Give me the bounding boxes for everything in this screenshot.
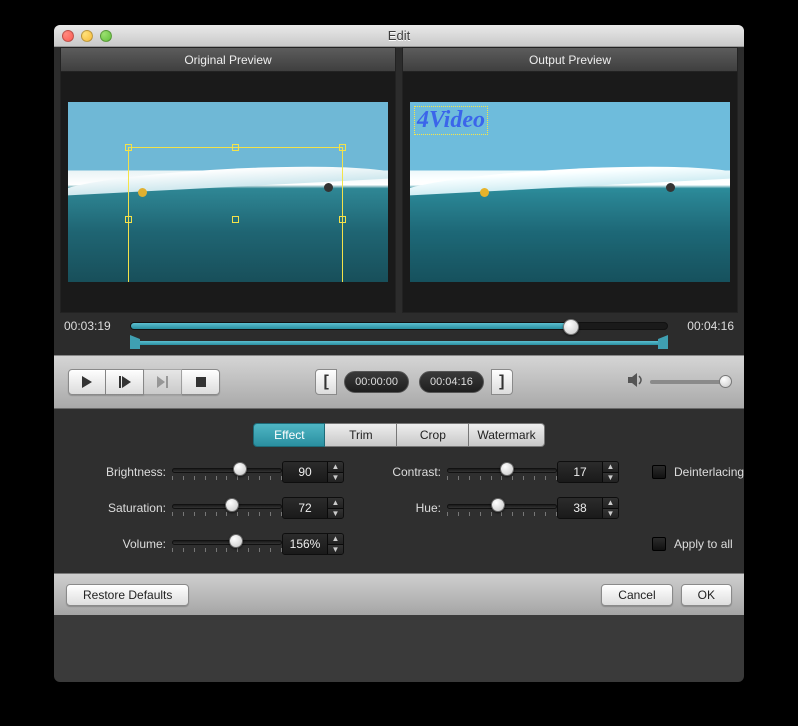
timeline-playhead[interactable]	[563, 319, 579, 335]
effects-panel: Effect Trim Crop Watermark Brightness: 9…	[54, 409, 744, 573]
contrast-down[interactable]: ▼	[603, 473, 618, 483]
ok-button[interactable]: OK	[681, 584, 732, 606]
brightness-label: Brightness:	[72, 465, 172, 479]
original-preview-video	[68, 102, 388, 282]
watermark-text: 4Video	[417, 107, 485, 133]
saturation-stepper[interactable]: 72 ▲▼	[282, 497, 344, 519]
saturation-slider[interactable]	[172, 499, 282, 517]
stop-icon	[196, 377, 206, 387]
tab-effect[interactable]: Effect	[253, 423, 325, 447]
window-controls	[62, 30, 112, 42]
trim-range	[64, 335, 734, 351]
output-preview-frame: 4Video	[402, 71, 738, 313]
timeline-progress-fill	[131, 323, 571, 329]
set-out-point-button[interactable]: ]	[491, 369, 513, 395]
saturation-label: Saturation:	[72, 501, 172, 515]
play-button[interactable]	[68, 369, 106, 395]
volume-knob[interactable]	[719, 375, 732, 388]
effect-volume-value: 156%	[283, 534, 327, 554]
output-preview-video: 4Video	[410, 102, 730, 282]
hue-slider[interactable]	[447, 499, 557, 517]
footer: Restore Defaults Cancel OK	[54, 573, 744, 615]
apply-to-all-checkbox[interactable]	[652, 537, 666, 551]
crop-handle-center[interactable]	[232, 216, 239, 223]
hue-value: 38	[558, 498, 602, 518]
volume-down[interactable]: ▼	[328, 545, 343, 555]
set-in-point-button[interactable]: [	[315, 369, 337, 395]
out-point-time[interactable]: 00:04:16	[419, 371, 484, 393]
brightness-slider[interactable]	[172, 463, 282, 481]
tab-watermark[interactable]: Watermark	[469, 423, 544, 447]
contrast-slider[interactable]	[447, 463, 557, 481]
hue-label: Hue:	[357, 501, 447, 515]
in-point-time[interactable]: 00:00:00	[344, 371, 409, 393]
step-forward-icon	[119, 376, 131, 388]
contrast-up[interactable]: ▲	[603, 462, 618, 473]
play-icon	[82, 376, 92, 388]
preview-row: Original Preview	[54, 47, 744, 313]
volume-icon	[628, 373, 644, 392]
saturation-value: 72	[283, 498, 327, 518]
effect-volume-slider[interactable]	[172, 535, 282, 553]
brightness-up[interactable]: ▲	[328, 462, 343, 473]
stop-button[interactable]	[182, 369, 220, 395]
timeline-total-time: 00:04:16	[674, 319, 734, 333]
cancel-button[interactable]: Cancel	[601, 584, 672, 606]
titlebar: Edit	[54, 25, 744, 47]
window-title: Edit	[54, 28, 744, 43]
saturation-up[interactable]: ▲	[328, 498, 343, 509]
original-preview-header: Original Preview	[60, 47, 396, 71]
hue-up[interactable]: ▲	[603, 498, 618, 509]
brightness-down[interactable]: ▼	[328, 473, 343, 483]
playback-controls: [ 00:00:00 00:04:16 ]	[54, 355, 744, 409]
deinterlacing-label: Deinterlacing	[674, 465, 744, 479]
trim-out-handle[interactable]	[658, 335, 668, 349]
close-window-button[interactable]	[62, 30, 74, 42]
original-preview-frame	[60, 71, 396, 313]
minimize-window-button[interactable]	[81, 30, 93, 42]
brightness-stepper[interactable]: 90 ▲▼	[282, 461, 344, 483]
zoom-window-button[interactable]	[100, 30, 112, 42]
timeline: 00:03:19 00:04:16	[54, 313, 744, 355]
crop-selection[interactable]	[128, 147, 343, 282]
contrast-value: 17	[558, 462, 602, 482]
volume-label: Volume:	[72, 537, 172, 551]
step-forward-button[interactable]	[106, 369, 144, 395]
saturation-down[interactable]: ▼	[328, 509, 343, 519]
next-icon	[157, 376, 169, 388]
brightness-value: 90	[283, 462, 327, 482]
edit-window: Edit Original Preview	[54, 25, 744, 682]
apply-to-all-option[interactable]: Apply to all	[632, 537, 744, 551]
trim-in-handle[interactable]	[130, 335, 140, 349]
tab-bar: Effect Trim Crop Watermark	[72, 423, 726, 447]
next-button[interactable]	[144, 369, 182, 395]
apply-to-all-label: Apply to all	[674, 537, 733, 551]
watermark-box[interactable]: 4Video	[414, 106, 488, 135]
volume-up[interactable]: ▲	[328, 534, 343, 545]
hue-stepper[interactable]: 38 ▲▼	[557, 497, 619, 519]
volume-slider[interactable]	[650, 380, 730, 384]
deinterlacing-option[interactable]: Deinterlacing	[632, 465, 744, 479]
timeline-current-time: 00:03:19	[64, 319, 124, 333]
timeline-track[interactable]	[130, 322, 668, 330]
crop-handle-right[interactable]	[339, 216, 346, 223]
contrast-label: Contrast:	[357, 465, 447, 479]
crop-handle-top-right[interactable]	[339, 144, 346, 151]
crop-handle-top[interactable]	[232, 144, 239, 151]
deinterlacing-checkbox[interactable]	[652, 465, 666, 479]
restore-defaults-button[interactable]: Restore Defaults	[66, 584, 189, 606]
tab-crop[interactable]: Crop	[397, 423, 469, 447]
output-preview-header: Output Preview	[402, 47, 738, 71]
hue-down[interactable]: ▼	[603, 509, 618, 519]
tab-trim[interactable]: Trim	[325, 423, 397, 447]
contrast-stepper[interactable]: 17 ▲▼	[557, 461, 619, 483]
crop-handle-left[interactable]	[125, 216, 132, 223]
crop-handle-top-left[interactable]	[125, 144, 132, 151]
effect-volume-stepper[interactable]: 156% ▲▼	[282, 533, 344, 555]
